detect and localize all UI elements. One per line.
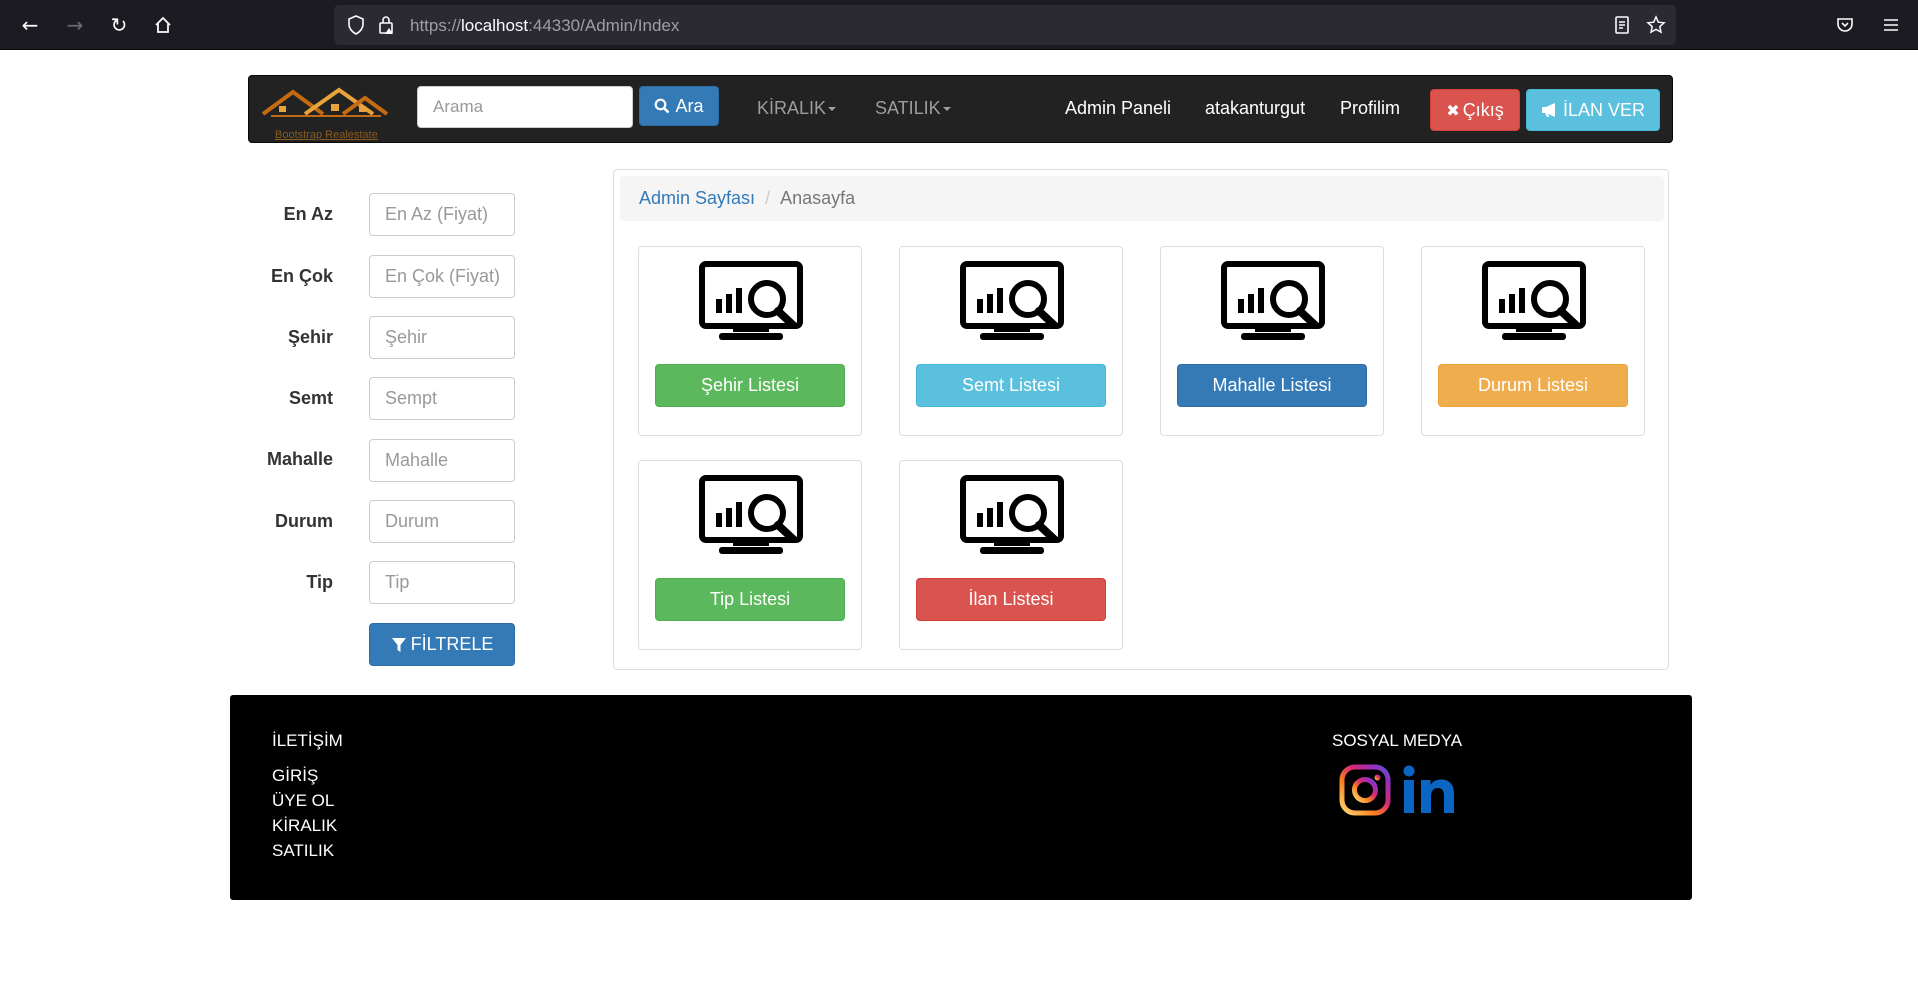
brand-logo[interactable]: Bootstrap Realestate xyxy=(261,84,391,141)
monitor-analytics-icon xyxy=(960,475,1064,557)
filter-label-en-cok: En Çok xyxy=(270,266,333,286)
filter-input-en-az[interactable] xyxy=(369,193,515,236)
durum-list-button[interactable]: Durum Listesi xyxy=(1438,364,1628,407)
linkedin-icon[interactable] xyxy=(1402,763,1456,817)
filter-input-mahalle[interactable] xyxy=(369,439,515,482)
card-ilan: İlan Listesi xyxy=(899,460,1123,650)
footer-link-giris[interactable]: GİRİŞ xyxy=(272,766,318,786)
site-navbar: Bootstrap Realestate Ara KİRALIK SATILIK… xyxy=(248,75,1673,143)
browser-toolbar: ← → ↻ https://localhost:44330/Admin/Inde… xyxy=(0,0,1918,50)
exit-button-label: Çıkış xyxy=(1462,99,1504,120)
card-semt: Semt Listesi xyxy=(899,246,1123,436)
ilan-ver-label: İLAN VER xyxy=(1562,99,1646,120)
brand-text[interactable]: Bootstrap Realestate xyxy=(275,129,378,141)
monitor-analytics-icon xyxy=(960,261,1064,343)
filter-button-label: FİLTRELE xyxy=(410,634,494,654)
sehir-list-button[interactable]: Şehir Listesi xyxy=(655,364,845,407)
breadcrumb-separator: / xyxy=(765,188,771,208)
menu-kiralik-label: KİRALIK xyxy=(757,98,827,118)
filter-label-sehir: Şehir xyxy=(287,327,333,347)
instagram-icon[interactable] xyxy=(1338,763,1392,817)
filter-input-tip[interactable] xyxy=(369,561,515,604)
card-mahalle: Mahalle Listesi xyxy=(1160,246,1384,436)
filter-label-mahalle: Mahalle xyxy=(266,449,333,469)
filter-label-en-az: En Az xyxy=(283,204,333,224)
contact-heading: İLETİŞİM xyxy=(272,731,343,750)
filter-button[interactable]: FİLTRELE xyxy=(369,623,515,666)
menu-satilik[interactable]: SATILIK xyxy=(875,98,951,119)
forward-icon[interactable]: → xyxy=(60,10,90,40)
close-icon: ✖ xyxy=(1446,100,1460,120)
username-link[interactable]: atakanturgut xyxy=(1205,98,1305,119)
search-input[interactable] xyxy=(417,86,633,128)
footer-link-satilik[interactable]: SATILIK xyxy=(272,841,334,861)
breadcrumb: Admin Sayfası / Anasayfa xyxy=(620,176,1664,221)
menu-satilik-label: SATILIK xyxy=(875,98,941,118)
home-icon[interactable] xyxy=(148,10,178,40)
filter-label-semt: Semt xyxy=(288,388,333,408)
reload-icon[interactable]: ↻ xyxy=(104,10,134,40)
card-sehir: Şehir Listesi xyxy=(638,246,862,436)
bullhorn-icon xyxy=(1541,103,1555,117)
breadcrumb-admin-link[interactable]: Admin Sayfası xyxy=(639,188,755,208)
monitor-analytics-icon xyxy=(699,261,803,343)
reader-view-icon[interactable] xyxy=(1610,13,1634,37)
menu-kiralik[interactable]: KİRALIK xyxy=(757,98,837,119)
mahalle-list-button[interactable]: Mahalle Listesi xyxy=(1177,364,1367,407)
search-button[interactable]: Ara xyxy=(639,86,719,126)
filter-input-durum[interactable] xyxy=(369,500,515,543)
shield-icon[interactable] xyxy=(344,13,368,37)
search-button-label: Ara xyxy=(675,95,704,116)
search-icon xyxy=(655,98,670,114)
card-durum: Durum Listesi xyxy=(1421,246,1645,436)
monitor-analytics-icon xyxy=(699,475,803,557)
filter-input-en-cok[interactable] xyxy=(369,255,515,298)
ilan-ver-button[interactable]: İLAN VER xyxy=(1526,89,1660,131)
house-logo-icon xyxy=(261,87,389,117)
social-heading: SOSYAL MEDYA xyxy=(1332,731,1463,750)
filter-icon xyxy=(391,637,406,652)
admin-panel: Admin Sayfası / Anasayfa Şehir Listesi Sem… xyxy=(613,169,1669,670)
semt-list-button[interactable]: Semt Listesi xyxy=(916,364,1106,407)
menu-icon[interactable] xyxy=(1876,10,1906,40)
bookmark-star-icon[interactable] xyxy=(1644,13,1668,37)
url-text: https://localhost:44330/Admin/Index xyxy=(410,16,680,35)
caret-down-icon xyxy=(942,107,951,112)
back-icon[interactable]: ← xyxy=(15,10,45,40)
footer-link-uye-ol[interactable]: ÜYE OL xyxy=(272,791,334,811)
filter-label-tip: Tip xyxy=(306,572,333,592)
pocket-icon[interactable] xyxy=(1830,10,1860,40)
exit-button[interactable]: ✖ Çıkış xyxy=(1430,89,1520,131)
ilan-list-button[interactable]: İlan Listesi xyxy=(916,578,1106,621)
breadcrumb-active: Anasayfa xyxy=(780,188,856,208)
monitor-analytics-icon xyxy=(1221,261,1325,343)
footer-link-kiralik[interactable]: KİRALIK xyxy=(272,816,337,836)
admin-panel-link[interactable]: Admin Paneli xyxy=(1065,98,1171,119)
card-tip: Tip Listesi xyxy=(638,460,862,650)
address-bar[interactable]: https://localhost:44330/Admin/Index xyxy=(334,5,1676,45)
site-footer: İLETİŞİM GİRİŞ ÜYE OL KİRALIK SATILIK SO… xyxy=(230,695,1692,900)
profile-link[interactable]: Profilim xyxy=(1340,98,1400,119)
filter-input-sehir[interactable] xyxy=(369,316,515,359)
monitor-analytics-icon xyxy=(1482,261,1586,343)
caret-down-icon xyxy=(828,107,837,112)
tip-list-button[interactable]: Tip Listesi xyxy=(655,578,845,621)
filter-label-durum: Durum xyxy=(275,511,333,531)
lock-warning-icon[interactable] xyxy=(374,13,398,37)
filter-input-semt[interactable] xyxy=(369,377,515,420)
